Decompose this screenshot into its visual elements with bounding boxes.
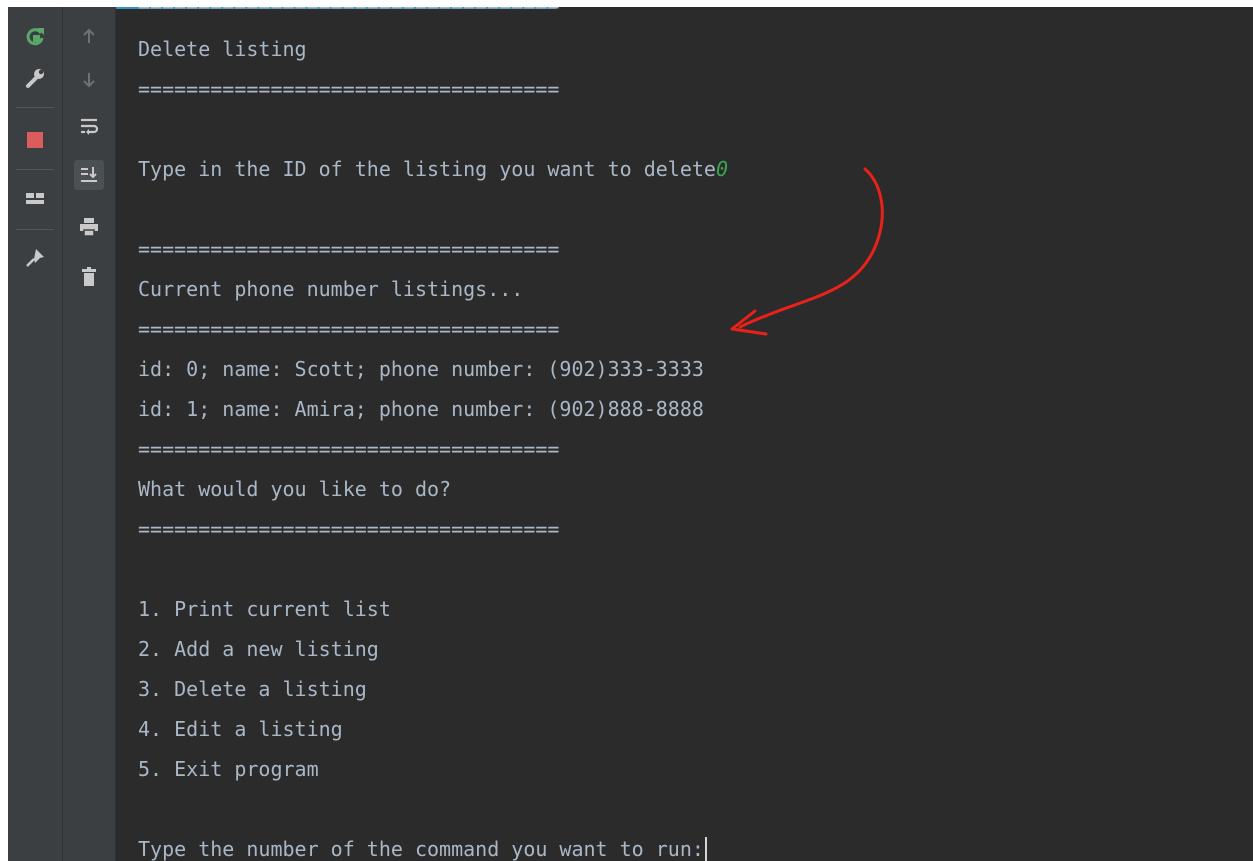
menu-option: 1. Print current list xyxy=(138,597,391,621)
scroll-down-button[interactable] xyxy=(74,65,104,95)
menu-option: 3. Delete a listing xyxy=(138,677,367,701)
menu-option: 2. Add a new listing xyxy=(138,637,379,661)
clear-all-button[interactable] xyxy=(74,262,104,292)
menu-option: 4. Edit a listing xyxy=(138,717,343,741)
delete-listing-heading: Delete listing xyxy=(138,37,307,61)
toolbar-divider xyxy=(16,107,54,108)
console-output[interactable]: =================================== Dele… xyxy=(116,7,1253,861)
command-prompt: Type the number of the command you want … xyxy=(138,837,704,861)
stop-button[interactable] xyxy=(20,125,50,155)
separator-line: =================================== xyxy=(138,237,560,261)
listing-row: id: 1; name: Amira; phone number: (902)8… xyxy=(138,397,704,421)
toolbar-divider xyxy=(16,169,54,170)
menu-option: 5. Exit program xyxy=(138,757,319,781)
settings-button[interactable] xyxy=(20,63,50,93)
scroll-to-end-icon xyxy=(81,167,97,182)
scroll-to-end-button[interactable] xyxy=(74,160,104,190)
layout-button[interactable] xyxy=(20,184,50,214)
command-prompt-line[interactable]: Type the number of the command you want … xyxy=(138,837,707,861)
current-listings-heading: Current phone number listings... xyxy=(138,277,524,301)
text-caret xyxy=(704,837,707,861)
menu-question: What would you like to do? xyxy=(138,477,452,501)
trash-icon xyxy=(82,267,96,286)
run-toolbar xyxy=(8,7,63,861)
user-input-echo: 0 xyxy=(715,157,729,181)
print-button[interactable] xyxy=(74,212,104,242)
up-arrow-icon xyxy=(83,28,95,43)
layout-icon xyxy=(26,193,44,204)
scroll-up-button[interactable] xyxy=(74,21,104,51)
pin-icon xyxy=(26,249,44,267)
delete-prompt-line: Type in the ID of the listing you want t… xyxy=(138,157,728,181)
rerun-button[interactable] xyxy=(20,21,50,51)
separator-line: =================================== xyxy=(138,517,560,541)
soft-wrap-button[interactable] xyxy=(74,111,104,141)
toolbar-divider xyxy=(16,229,54,230)
down-arrow-icon xyxy=(83,73,95,88)
separator-line: =================================== xyxy=(138,317,560,341)
soft-wrap-icon xyxy=(81,118,99,135)
stop-icon xyxy=(27,132,43,148)
console-toolbar xyxy=(63,7,116,861)
listing-row: id: 0; name: Scott; phone number: (902)3… xyxy=(138,357,704,381)
wrench-icon xyxy=(26,69,44,88)
pin-tab-button[interactable] xyxy=(20,243,50,273)
separator-line: =================================== xyxy=(138,77,560,101)
run-console-window: =================================== Dele… xyxy=(8,7,1253,861)
print-icon xyxy=(80,218,98,237)
rerun-icon xyxy=(26,28,44,46)
delete-prompt: Type in the ID of the listing you want t… xyxy=(138,157,716,181)
separator-line: =================================== xyxy=(138,437,560,461)
separator-line: =================================== xyxy=(138,7,559,17)
